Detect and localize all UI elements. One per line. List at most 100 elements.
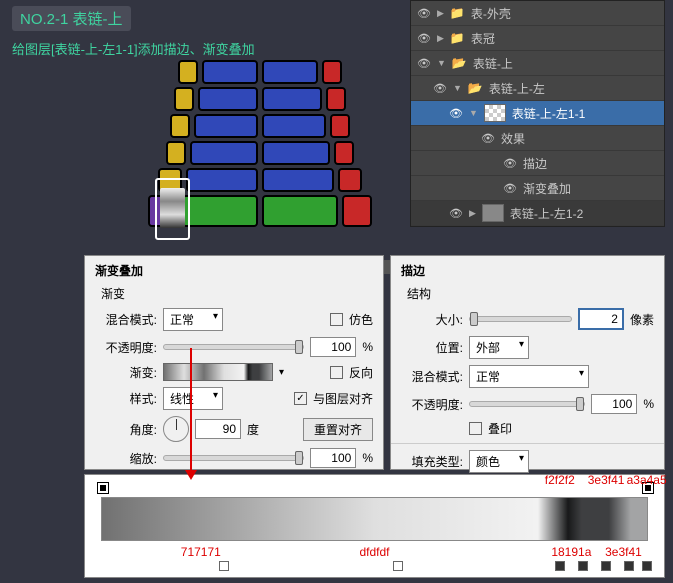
opacity-input[interactable] xyxy=(310,337,356,357)
highlight-selection xyxy=(155,178,190,240)
blend-mode-combo[interactable]: 正常 xyxy=(163,308,223,331)
gradient-editor: f2f2f2 3e3f41 a3a4a5 717171 dfdfdf 18191… xyxy=(84,474,665,578)
angle-dial[interactable] xyxy=(163,416,189,442)
reverse-label: 反向 xyxy=(349,364,373,381)
color-stop[interactable] xyxy=(578,561,588,573)
visibility-icon[interactable]: 👁 xyxy=(449,207,463,220)
color-stop[interactable] xyxy=(393,561,403,573)
visibility-icon[interactable]: 👁 xyxy=(481,132,495,145)
dither-checkbox[interactable] xyxy=(330,313,343,326)
disclosure-icon[interactable]: ▶ xyxy=(437,8,444,19)
blend-mode-label: 混合模式: xyxy=(95,311,157,328)
visibility-icon[interactable]: 👁 xyxy=(503,157,517,170)
stop-hex: f2f2f2 xyxy=(545,473,575,487)
disclosure-icon[interactable]: ▼ xyxy=(469,108,478,118)
overprint-checkbox[interactable] xyxy=(469,422,482,435)
layer-row-selected[interactable]: 👁 ▼ 表链-上-左1-1 xyxy=(411,101,664,126)
panel-title: 描边 xyxy=(391,256,664,281)
opacity-input[interactable] xyxy=(591,394,637,414)
visibility-icon[interactable]: 👁 xyxy=(449,107,463,120)
gradient-label: 渐变: xyxy=(95,364,157,381)
align-label: 与图层对齐 xyxy=(313,390,373,407)
visibility-icon[interactable]: 👁 xyxy=(503,182,517,195)
layer-name: 表链-上-左1-1 xyxy=(512,105,585,122)
folder-icon: 📁 xyxy=(450,31,465,45)
stop-hex: 717171 xyxy=(181,545,221,559)
disclosure-icon[interactable]: ▶ xyxy=(437,33,444,44)
layer-row[interactable]: 👁▶表链-上-左1-2 xyxy=(411,201,664,226)
effects-label: 效果 xyxy=(501,130,525,147)
color-stop[interactable] xyxy=(601,561,611,573)
overprint-label: 叠印 xyxy=(488,420,512,437)
px-unit: 像素 xyxy=(630,311,654,328)
color-stop[interactable] xyxy=(219,561,229,573)
opacity-slider[interactable] xyxy=(469,401,585,407)
tutorial-header: NO.2-1 表链-上 给图层[表链-上-左1-1]添加描边、渐变叠加 xyxy=(12,6,255,58)
stop-hex: a3a4a5 xyxy=(627,473,667,487)
layer-row[interactable]: 👁 ▶ 📁 表冠 xyxy=(411,26,664,51)
layer-row[interactable]: 👁 ▶ 📁 表-外壳 xyxy=(411,1,664,26)
angle-label: 角度: xyxy=(95,421,157,438)
opacity-label: 不透明度: xyxy=(401,396,463,413)
opacity-label: 不透明度: xyxy=(95,339,157,356)
color-stop[interactable] xyxy=(555,561,565,573)
stop-hex: 18191a xyxy=(551,545,591,559)
gradient-dropdown-icon[interactable]: ▾ xyxy=(279,367,284,378)
visibility-icon[interactable]: 👁 xyxy=(417,57,431,70)
step-title: NO.2-1 表链-上 xyxy=(12,6,131,31)
layer-name: 表-外壳 xyxy=(471,5,511,22)
layer-name: 表冠 xyxy=(471,30,495,47)
layer-effects-row[interactable]: 👁 效果 xyxy=(411,126,664,151)
folder-icon: 📂 xyxy=(452,56,467,70)
disclosure-icon[interactable]: ▶ xyxy=(469,208,476,219)
section-title: 渐变 xyxy=(101,285,367,302)
reset-align-button[interactable]: 重置对齐 xyxy=(303,418,373,441)
size-input[interactable] xyxy=(578,308,624,330)
layer-row[interactable]: 👁▼📂表链-上-左 xyxy=(411,76,664,101)
layer-effect-gradient[interactable]: 👁 渐变叠加 xyxy=(411,176,664,201)
effect-name: 渐变叠加 xyxy=(523,180,571,197)
style-label: 样式: xyxy=(95,390,157,407)
gradient-preview[interactable] xyxy=(163,363,273,381)
layer-thumb xyxy=(482,204,504,222)
layer-effect-stroke[interactable]: 👁描边 xyxy=(411,151,664,176)
scale-input[interactable] xyxy=(310,448,356,468)
fill-type-label: 填充类型: xyxy=(401,453,463,470)
dither-label: 仿色 xyxy=(349,311,373,328)
annotation-arrow xyxy=(190,348,192,478)
stop-hex: dfdfdf xyxy=(359,545,389,559)
fill-type-combo[interactable]: 颜色 xyxy=(469,450,529,473)
size-slider[interactable] xyxy=(469,316,572,322)
color-stop[interactable] xyxy=(624,561,634,573)
scale-label: 缩放: xyxy=(95,450,157,467)
scale-slider[interactable] xyxy=(163,455,304,461)
folder-icon: 📁 xyxy=(450,6,465,20)
stop-hex: 3e3f41 xyxy=(605,545,642,559)
style-combo[interactable]: 线性 xyxy=(163,387,223,410)
blend-mode-combo[interactable]: 正常 xyxy=(469,365,589,388)
gradient-bar[interactable] xyxy=(101,497,648,541)
size-label: 大小: xyxy=(401,311,463,328)
pct-unit: % xyxy=(362,451,373,465)
disclosure-icon[interactable]: ▼ xyxy=(437,58,446,68)
layer-row[interactable]: 👁 ▼ 📂 表链-上 xyxy=(411,51,664,76)
position-combo[interactable]: 外部 xyxy=(469,336,529,359)
align-checkbox[interactable]: ✓ xyxy=(294,392,307,405)
angle-input[interactable] xyxy=(195,419,241,439)
layer-thumb xyxy=(484,104,506,122)
reverse-checkbox[interactable] xyxy=(330,366,343,379)
color-stop[interactable] xyxy=(642,561,652,573)
visibility-icon[interactable]: 👁 xyxy=(433,82,447,95)
visibility-icon[interactable]: 👁 xyxy=(417,7,431,20)
disclosure-icon[interactable]: ▼ xyxy=(453,83,462,93)
panel-title: 渐变叠加 xyxy=(85,256,383,281)
stroke-panel: 描边 结构 大小: 像素 位置: 外部 混合模式: 正常 不透明度: % 叠印 … xyxy=(390,255,665,470)
layer-name: 表链-上-左 xyxy=(489,80,545,97)
visibility-icon[interactable]: 👁 xyxy=(417,32,431,45)
step-subtitle: 给图层[表链-上-左1-1]添加描边、渐变叠加 xyxy=(12,39,255,58)
opacity-stop[interactable] xyxy=(98,483,108,493)
blend-mode-label: 混合模式: xyxy=(401,368,463,385)
pct-unit: % xyxy=(643,397,654,411)
layer-name: 表链-上 xyxy=(473,55,513,72)
opacity-slider[interactable] xyxy=(163,344,304,350)
